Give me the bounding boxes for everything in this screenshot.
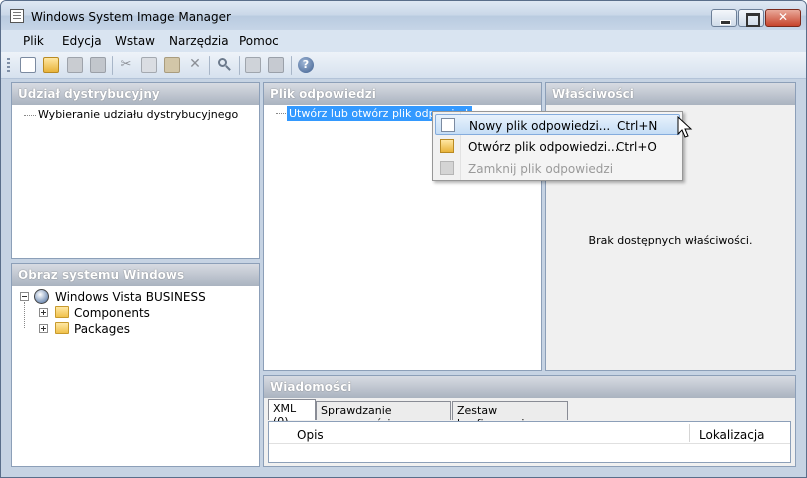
create-config-set-icon[interactable] — [268, 57, 284, 73]
context-menu: Nowy plik odpowiedzi... Ctrl+N Otwórz pl… — [432, 111, 683, 181]
copy-icon[interactable] — [141, 57, 157, 73]
close-button[interactable] — [765, 9, 801, 27]
menu-item-open-answer-file[interactable]: Otwórz plik odpowiedzi... Ctrl+O — [435, 136, 680, 157]
folder-icon — [55, 322, 69, 334]
validate-icon[interactable] — [245, 57, 261, 73]
window-title: Windows System Image Manager — [31, 10, 231, 24]
distribution-share-panel: Udział dystrybucyjny Wybieranie udziału … — [11, 82, 260, 259]
menu-item-close-answer-file[interactable]: Zamknij plik odpowiedzi — [435, 158, 680, 179]
tree-item-components[interactable]: Components — [74, 306, 150, 320]
mouse-cursor-icon — [677, 116, 693, 138]
tree-item-packages[interactable]: Packages — [74, 322, 130, 336]
title-bar: Windows System Image Manager — [1, 1, 806, 30]
save-icon[interactable] — [90, 57, 106, 73]
windows-image-panel: Obraz systemu Windows Windows Vista BUSI… — [11, 263, 260, 467]
windows-image-header: Obraz systemu Windows — [12, 264, 259, 286]
answer-file-header: Plik odpowiedzi — [264, 83, 541, 105]
menu-item-new-answer-file[interactable]: Nowy plik odpowiedzi... Ctrl+N — [435, 114, 680, 135]
messages-header: Wiadomości — [264, 376, 795, 398]
column-location[interactable]: Lokalizacja — [699, 428, 765, 442]
close-file-icon — [440, 161, 454, 175]
open-folder-icon — [440, 139, 454, 153]
menu-pomoc[interactable]: Pomoc — [239, 34, 279, 48]
collapse-icon[interactable] — [20, 292, 29, 301]
windows-image-root[interactable]: Windows Vista BUSINESS — [55, 290, 206, 304]
tab-validation[interactable]: Sprawdzanie poprawności — [316, 401, 451, 430]
properties-header: Właściwości — [546, 83, 795, 105]
toolbar-separator — [291, 56, 292, 75]
menu-bar: Plik Edycja Wstaw Narzędzia Pomoc — [1, 30, 806, 52]
toolbar-grip — [7, 58, 10, 74]
new-file-icon — [441, 118, 455, 132]
minimize-button[interactable] — [711, 9, 737, 27]
folder-icon — [55, 306, 69, 318]
menu-narzedzia[interactable]: Narzędzia — [169, 34, 229, 48]
app-icon — [10, 9, 24, 23]
toolbar-separator — [112, 56, 113, 75]
toolbar-separator — [209, 56, 210, 75]
windows-image-icon — [34, 289, 49, 304]
maximize-button[interactable] — [738, 9, 764, 27]
delete-icon[interactable]: ✕ — [187, 57, 203, 73]
distribution-share-header: Udział dystrybucyjny — [12, 83, 259, 105]
expand-icon[interactable] — [39, 324, 48, 333]
toolbar-separator — [239, 56, 240, 75]
paste-icon[interactable] — [164, 57, 180, 73]
menu-edycja[interactable]: Edycja — [62, 34, 102, 48]
find-icon[interactable] — [216, 57, 232, 73]
column-description[interactable]: Opis — [297, 428, 324, 442]
distribution-share-item[interactable]: Wybieranie udziału dystrybucyjnego — [24, 108, 238, 121]
menu-wstaw[interactable]: Wstaw — [115, 34, 155, 48]
app-window: Windows System Image Manager Plik Edycja… — [0, 0, 807, 478]
toolbar: ✂ ✕ ? — [1, 52, 806, 79]
tab-configuration-set[interactable]: Zestaw konfiguracyjny — [452, 401, 568, 430]
messages-table: Opis Lokalizacja — [268, 421, 791, 463]
tab-xml[interactable]: XML (0) — [268, 399, 316, 428]
open-icon[interactable] — [43, 57, 59, 73]
new-answer-file-icon[interactable] — [20, 57, 36, 73]
expand-icon[interactable] — [39, 308, 48, 317]
properties-empty-text: Brak dostępnych właściwości. — [588, 234, 753, 247]
help-icon[interactable]: ? — [298, 57, 314, 73]
open-image-icon[interactable] — [67, 57, 83, 73]
cut-icon[interactable]: ✂ — [118, 57, 134, 73]
menu-plik[interactable]: Plik — [23, 34, 44, 48]
